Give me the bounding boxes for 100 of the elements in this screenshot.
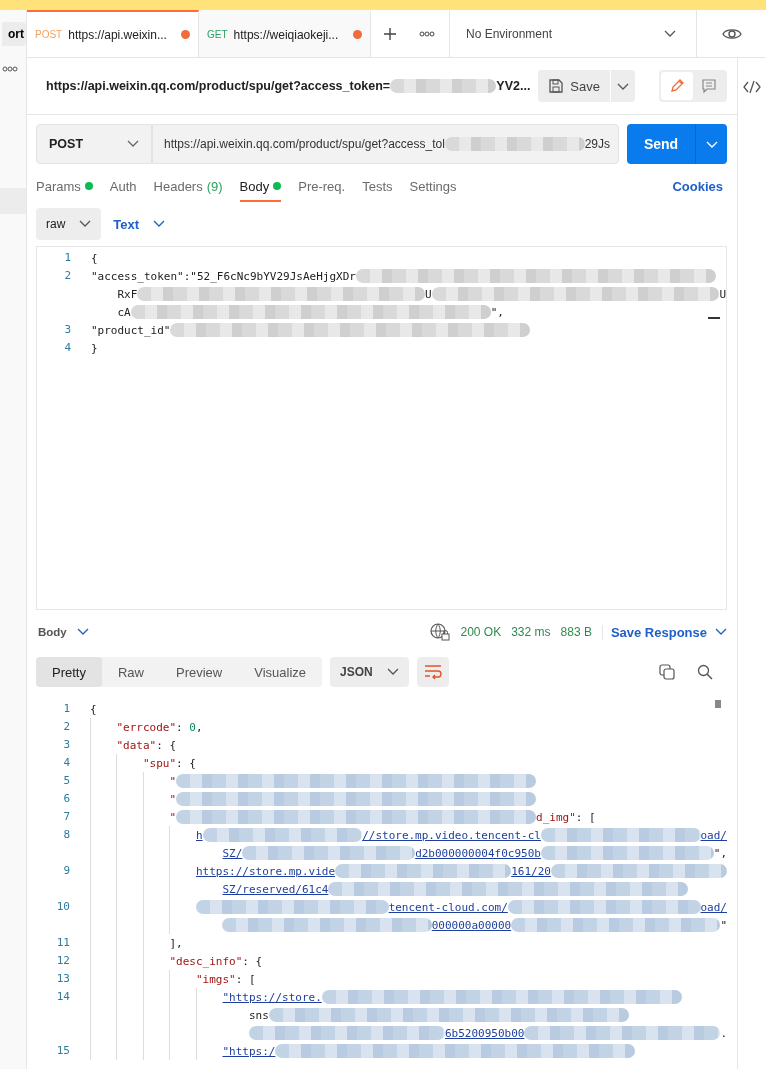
line-number: 3: [62, 737, 71, 753]
request-section-tab[interactable]: Tests: [362, 170, 393, 202]
request-section-tab[interactable]: Headers (9): [153, 170, 223, 202]
wrap-button[interactable]: [416, 657, 449, 687]
cookies-link[interactable]: Cookies: [672, 178, 723, 194]
code-icon[interactable]: [743, 80, 761, 94]
code-text: 0: [189, 720, 196, 734]
response-size[interactable]: 883 B: [560, 625, 592, 639]
caret-icon: [386, 668, 399, 676]
code-text: "product_id": [91, 323, 171, 337]
code-text: .: [720, 1026, 727, 1040]
caret-icon: [127, 140, 139, 148]
response-time[interactable]: 332 ms: [511, 625, 551, 639]
caret-icon: [153, 220, 166, 228]
request-title: https://api.weixin.qq.com/product/spu/get?access_token= YV2...: [46, 79, 531, 93]
code-text: ": [169, 792, 177, 806]
code-text: {: [90, 702, 97, 716]
line-number: 12: [55, 953, 71, 969]
request-section-tab[interactable]: Settings: [409, 170, 457, 202]
code-text: : {: [176, 756, 196, 770]
copy-icon[interactable]: [659, 664, 675, 680]
line-number: 9: [62, 863, 71, 879]
code-text: tencent-cloud.com/: [388, 900, 508, 914]
code-text: "https://store.: [222, 990, 322, 1004]
code-text: "access_token":"52_F6cNc9bYV29JsAeHjgXDr: [91, 269, 356, 283]
save-menu-button[interactable]: [611, 70, 635, 102]
body-type-dropdown[interactable]: Text: [113, 216, 166, 232]
code-text: ,: [196, 720, 203, 734]
caret-icon: [715, 628, 727, 636]
view-tab[interactable]: Pretty: [36, 657, 102, 687]
import-button[interactable]: ort: [2, 22, 26, 46]
request-section-tab[interactable]: Body: [239, 170, 282, 202]
code-text: "errcode": [116, 720, 177, 734]
pencil-icon: [669, 78, 685, 94]
code-text: :: [176, 720, 184, 734]
code-text: ": [720, 918, 727, 932]
view-tab[interactable]: Preview: [160, 657, 239, 687]
line-number: 11: [55, 935, 71, 951]
eye-icon[interactable]: [721, 26, 742, 41]
code-text: sns: [247, 1008, 269, 1022]
comment-icon: [701, 78, 717, 94]
code-text: : {: [156, 738, 177, 752]
code-text: SZ/: [222, 846, 243, 860]
request-tab[interactable]: POST https://api.weixin...: [27, 10, 199, 57]
body-mode-dropdown[interactable]: raw: [36, 208, 102, 240]
globe-lock-icon[interactable]: [430, 623, 451, 641]
line-number: 7: [62, 809, 71, 825]
more-icon[interactable]: [2, 66, 18, 72]
line-number: 13: [55, 971, 71, 987]
environment-dropdown[interactable]: No Environment: [450, 10, 697, 57]
line-number: 2: [62, 719, 71, 735]
code-text: d2b000000004f0c950b: [415, 846, 541, 860]
caret-icon: [76, 628, 89, 636]
send-menu-button[interactable]: [695, 124, 727, 164]
plus-icon[interactable]: [383, 26, 397, 41]
view-tab[interactable]: Visualize: [238, 657, 323, 687]
code-text: 6b5200950b00: [444, 1026, 525, 1040]
request-section-tab[interactable]: Params: [36, 170, 93, 202]
request-tab[interactable]: GET https://weiqiaokeji...: [199, 10, 371, 57]
request-section-tab[interactable]: Auth: [109, 170, 137, 202]
method-dropdown[interactable]: POST: [36, 124, 152, 164]
line-number: 8: [62, 827, 71, 843]
save-response-button[interactable]: Save Response: [601, 624, 727, 640]
code-text: https://store.mp.vide: [195, 864, 336, 878]
view-tab[interactable]: Raw: [101, 657, 160, 687]
scrollbar[interactable]: [708, 317, 720, 319]
send-button[interactable]: Send: [627, 124, 695, 164]
code-text: oad/: [700, 900, 727, 914]
code-text: : [: [235, 972, 256, 986]
line-number: 1: [62, 701, 71, 717]
code-text: }: [91, 341, 98, 355]
scrollbar[interactable]: [715, 700, 721, 708]
edit-mode-button[interactable]: [661, 72, 693, 100]
code-text: ",: [490, 305, 504, 319]
response-body-dropdown[interactable]: Body: [36, 626, 89, 638]
caret-icon: [79, 220, 92, 228]
code-text: ": [169, 810, 177, 824]
code-text: 000000a00000: [431, 918, 512, 932]
code-text: SZ/reserved/61c4: [222, 882, 329, 896]
code-text: cA: [116, 305, 131, 319]
line-number: 14: [55, 989, 71, 1005]
url-field[interactable]: https://api.weixin.qq.com/product/spu/get?access_tol 29Js: [152, 124, 619, 164]
code-text: ],: [168, 936, 183, 950]
line-number: 4: [62, 755, 71, 771]
code-text: "imgs": [195, 972, 236, 986]
body-editor[interactable]: 1 { 2 "access_token":"52_F6cNc9bYV29JsAeHjgXDr RxF U U cA ", 3 "product_id" 4 }: [36, 246, 727, 610]
status-text[interactable]: 200 OK: [460, 625, 502, 639]
code-text: oad/: [700, 828, 727, 842]
caret-icon: [664, 29, 676, 38]
search-icon[interactable]: [697, 664, 713, 680]
save-button[interactable]: Save: [538, 70, 610, 102]
caret-icon: [617, 82, 629, 91]
line-number: 2: [63, 268, 72, 284]
code-text: ",: [713, 846, 727, 860]
format-dropdown[interactable]: JSON: [330, 657, 409, 687]
caret-icon: [705, 140, 718, 149]
code-text: d_img": [536, 810, 576, 824]
request-section-tab[interactable]: Pre-req.: [298, 170, 346, 202]
more-icon[interactable]: [419, 30, 435, 37]
code-text: : [: [575, 810, 596, 824]
